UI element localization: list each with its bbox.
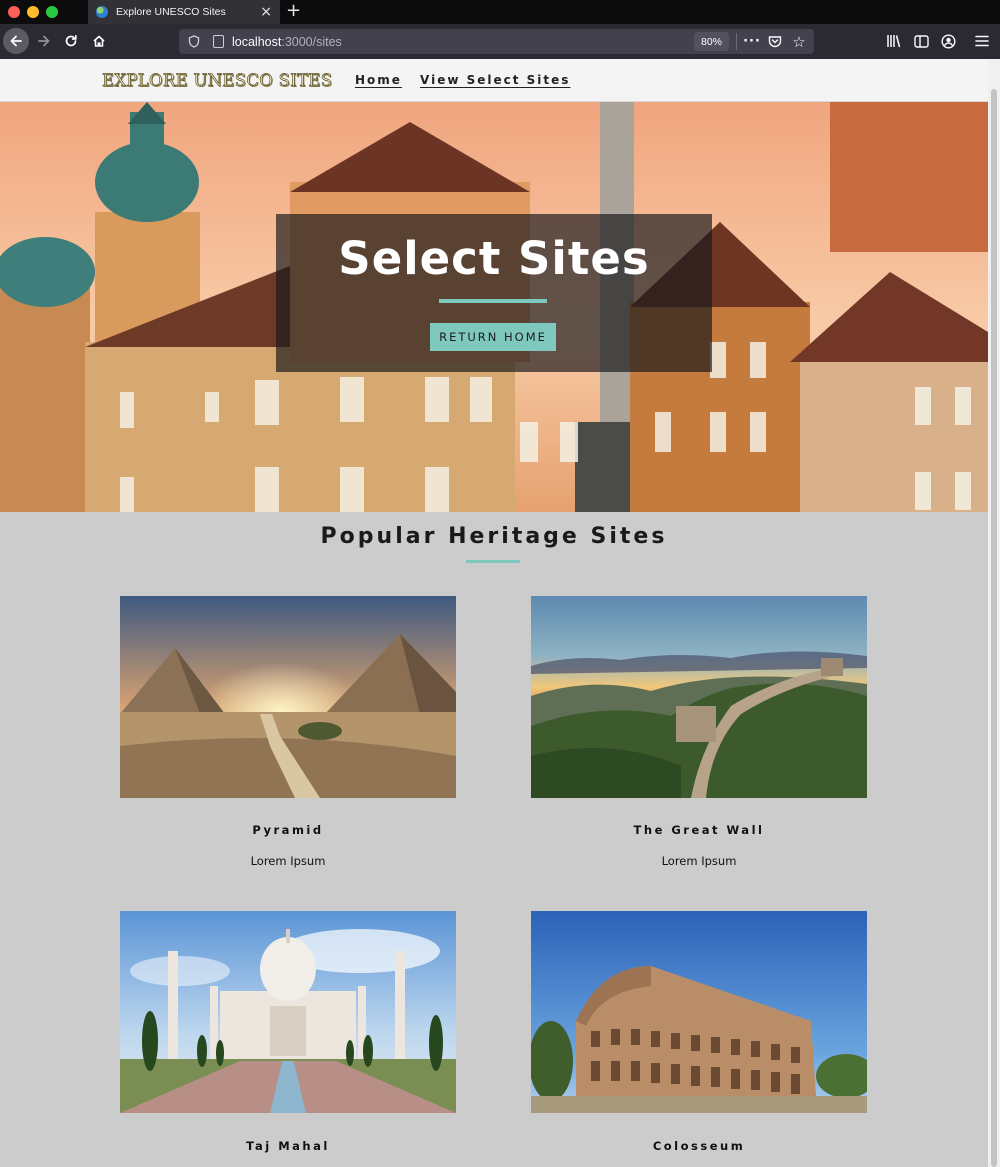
- site-logo[interactable]: EXPLORE UNESCO SITES: [102, 71, 333, 91]
- shield-icon[interactable]: [187, 35, 201, 49]
- reload-icon[interactable]: [60, 28, 82, 54]
- url-divider: [736, 33, 737, 50]
- hero-banner: Select Sites RETURN HOME: [0, 102, 988, 512]
- section-title: Popular Heritage Sites: [320, 524, 668, 549]
- tab-title: Explore UNESCO Sites: [116, 6, 226, 18]
- url-host: localhost: [232, 34, 282, 49]
- page-viewport: EXPLORE UNESCO SITES Home View Select Si…: [0, 59, 988, 1167]
- card-desc-pyramid: Lorem Ipsum: [250, 854, 326, 868]
- taj-mahal-image[interactable]: [120, 911, 456, 1113]
- close-tab-icon[interactable]: ×: [260, 5, 272, 19]
- browser-toolbar: localhost:3000/sites 80% ··· ☆: [0, 24, 1000, 59]
- new-tab-icon[interactable]: +: [286, 1, 301, 21]
- account-icon[interactable]: [938, 31, 958, 51]
- library-icon[interactable]: [884, 31, 904, 51]
- close-window-button[interactable]: [8, 6, 20, 18]
- page-icon: [213, 35, 224, 48]
- address-bar[interactable]: localhost:3000/sites 80% ··· ☆: [179, 29, 814, 54]
- card-title-great-wall: The Great Wall: [633, 823, 765, 837]
- page-scrollbar[interactable]: [988, 59, 1000, 1167]
- browser-tab[interactable]: Explore UNESCO Sites ×: [88, 0, 280, 24]
- forward-arrow-icon[interactable]: [33, 28, 55, 54]
- card-title-colosseum: Colosseum: [652, 1139, 746, 1153]
- sidebar-icon[interactable]: [911, 31, 931, 51]
- card-desc-great-wall: Lorem Ipsum: [661, 854, 737, 868]
- great-wall-image[interactable]: [531, 596, 867, 798]
- back-arrow-icon[interactable]: [3, 28, 29, 54]
- url-text[interactable]: localhost:3000/sites: [232, 35, 342, 49]
- pocket-icon[interactable]: [766, 32, 784, 51]
- url-path: :3000/sites: [281, 34, 342, 49]
- return-home-button[interactable]: RETURN HOME: [430, 323, 556, 351]
- hero-title: Select Sites: [338, 232, 650, 285]
- pyramid-image[interactable]: [120, 596, 456, 798]
- card-title-pyramid: Pyramid: [252, 823, 324, 837]
- site-header: EXPLORE UNESCO SITES Home View Select Si…: [0, 59, 988, 102]
- more-actions-icon[interactable]: ···: [743, 32, 761, 51]
- section-title-underline: [466, 560, 520, 563]
- maximize-window-button[interactable]: [46, 6, 58, 18]
- hero-title-underline: [439, 299, 547, 303]
- tab-strip: Explore UNESCO Sites × +: [0, 0, 1000, 24]
- scrollbar-thumb[interactable]: [991, 89, 997, 1167]
- zoom-level-badge[interactable]: 80%: [694, 32, 730, 51]
- globe-icon: [96, 6, 108, 18]
- minimize-window-button[interactable]: [27, 6, 39, 18]
- home-icon[interactable]: [88, 28, 110, 54]
- nav-link-view-select-sites[interactable]: View Select Sites: [420, 73, 570, 87]
- colosseum-image[interactable]: [531, 911, 867, 1113]
- nav-link-home[interactable]: Home: [355, 73, 402, 87]
- card-title-taj-mahal: Taj Mahal: [246, 1139, 330, 1153]
- bookmark-star-icon[interactable]: ☆: [790, 32, 808, 51]
- hamburger-menu-icon[interactable]: [972, 31, 992, 51]
